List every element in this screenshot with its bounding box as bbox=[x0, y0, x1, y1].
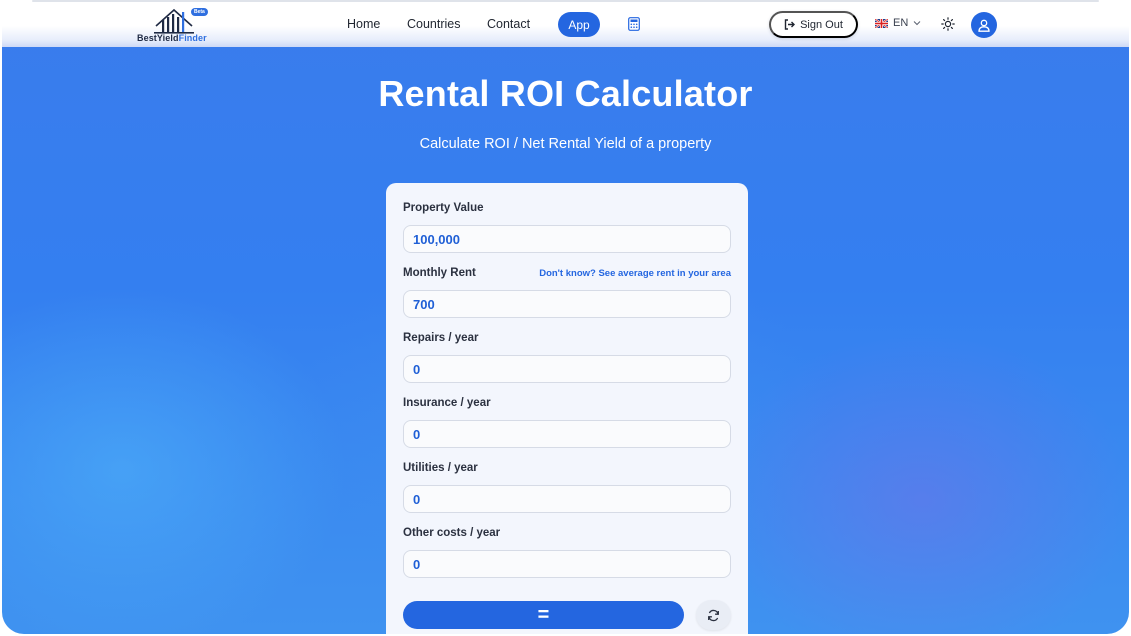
sign-out-button[interactable]: Sign Out bbox=[769, 11, 858, 38]
brand-logo[interactable]: Beta BestYieldFinder bbox=[136, 6, 214, 44]
insurance-label: Insurance / year bbox=[403, 397, 491, 409]
insurance-input[interactable] bbox=[403, 420, 731, 448]
navbar-top-edge bbox=[32, 0, 1099, 2]
sun-icon[interactable] bbox=[941, 17, 955, 31]
account-button[interactable] bbox=[971, 12, 997, 38]
language-label: EN bbox=[893, 17, 909, 29]
logo-bars-icon bbox=[154, 8, 194, 34]
calculator-icon[interactable] bbox=[628, 17, 640, 31]
language-selector[interactable]: EN bbox=[875, 17, 921, 29]
user-icon bbox=[978, 19, 990, 32]
brand-name-part2: Finder bbox=[178, 33, 207, 43]
property-value-input[interactable] bbox=[403, 225, 731, 253]
nav-home[interactable]: Home bbox=[347, 17, 380, 31]
property-value-label: Property Value bbox=[403, 202, 484, 214]
sign-out-label: Sign Out bbox=[800, 18, 843, 31]
monthly-rent-input[interactable] bbox=[403, 290, 731, 318]
refresh-icon bbox=[708, 609, 719, 621]
other-costs-input[interactable] bbox=[403, 550, 731, 578]
sign-out-icon bbox=[784, 19, 796, 30]
other-costs-label: Other costs / year bbox=[403, 527, 501, 539]
reset-button[interactable] bbox=[696, 600, 731, 630]
navbar: Beta BestYieldFinder Home Countries Cont… bbox=[2, 0, 1129, 47]
utilities-label: Utilities / year bbox=[403, 462, 478, 474]
chevron-down-icon bbox=[913, 21, 921, 26]
average-rent-link[interactable]: Don't know? See average rent in your are… bbox=[539, 268, 731, 279]
page-title: Rental ROI Calculator bbox=[378, 73, 753, 114]
app-frame: Beta BestYieldFinder Home Countries Cont… bbox=[2, 0, 1129, 634]
brand-name: BestYieldFinder bbox=[137, 33, 207, 43]
uk-flag-icon bbox=[875, 18, 888, 28]
beta-badge: Beta bbox=[191, 8, 208, 16]
calculate-button[interactable]: = bbox=[403, 601, 684, 629]
calculator-card: Property Value Monthly Rent Don't know? … bbox=[386, 183, 748, 634]
repairs-label: Repairs / year bbox=[403, 332, 479, 344]
repairs-input[interactable] bbox=[403, 355, 731, 383]
nav-countries[interactable]: Countries bbox=[407, 17, 461, 31]
monthly-rent-label: Monthly Rent bbox=[403, 267, 476, 279]
nav-contact[interactable]: Contact bbox=[487, 17, 530, 31]
brand-name-part1: BestYield bbox=[137, 33, 179, 43]
nav-app-button[interactable]: App bbox=[558, 12, 600, 37]
page-subtitle: Calculate ROI / Net Rental Yield of a pr… bbox=[419, 136, 712, 152]
utilities-input[interactable] bbox=[403, 485, 731, 513]
